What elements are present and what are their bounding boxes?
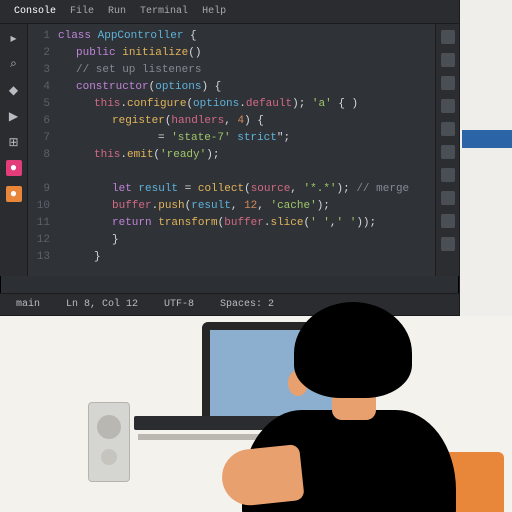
status-encoding[interactable]: UTF-8: [164, 299, 194, 310]
panel-icon[interactable]: [441, 99, 455, 113]
wall-monitor: Console File Run Terminal Help ▸ ⌕ ◆ ▶ ⊞…: [0, 0, 460, 316]
code-editor[interactable]: 1class AppController {2public initialize…: [28, 24, 435, 276]
code-line[interactable]: 9let result = collect(source, '*.*'); //…: [28, 181, 435, 198]
code-content[interactable]: = 'state-7' strict";: [58, 130, 425, 147]
line-number: 5: [28, 96, 58, 113]
desk-speaker: [88, 402, 130, 482]
person-arm: [219, 444, 304, 508]
line-number: 12: [28, 232, 58, 249]
panel-icon[interactable]: [441, 145, 455, 159]
tab-help[interactable]: Help: [202, 6, 226, 17]
marker-pink-icon[interactable]: ●: [6, 160, 22, 176]
code-line[interactable]: 5this.configure(options.default); 'a' { …: [28, 96, 435, 113]
code-line[interactable]: 11return transform(buffer.slice(' ',' ')…: [28, 215, 435, 232]
code-line[interactable]: 4constructor(options) {: [28, 79, 435, 96]
line-number: 4: [28, 79, 58, 96]
person-silhouette: [206, 272, 456, 512]
search-icon[interactable]: ⌕: [6, 56, 22, 72]
debug-icon[interactable]: ▶: [6, 108, 22, 124]
code-content[interactable]: this.emit('ready');: [58, 147, 425, 164]
panel-icon[interactable]: [441, 214, 455, 228]
panel-icon[interactable]: [441, 191, 455, 205]
panel-icon[interactable]: [441, 53, 455, 67]
code-line[interactable]: 13}: [28, 249, 435, 266]
code-line[interactable]: 2public initialize(): [28, 45, 435, 62]
line-number: 9: [28, 181, 58, 198]
code-content[interactable]: let result = collect(source, '*.*'); // …: [58, 181, 425, 198]
code-content[interactable]: constructor(options) {: [58, 79, 425, 96]
code-content[interactable]: buffer.push(result, 12, 'cache');: [58, 198, 425, 215]
tab-console[interactable]: Console: [14, 6, 56, 17]
line-number: 10: [28, 198, 58, 215]
code-line[interactable]: 3// set up listeners: [28, 62, 435, 79]
git-icon[interactable]: ◆: [6, 82, 22, 98]
code-content[interactable]: }: [58, 232, 425, 249]
line-number: 6: [28, 113, 58, 130]
code-line[interactable]: 10buffer.push(result, 12, 'cache');: [28, 198, 435, 215]
right-toolbar: [435, 24, 459, 276]
code-content[interactable]: [58, 164, 425, 181]
code-line[interactable]: 1class AppController {: [28, 28, 435, 45]
code-content[interactable]: // set up listeners: [58, 62, 425, 79]
extensions-icon[interactable]: ⊞: [6, 134, 22, 150]
panel-icon[interactable]: [441, 30, 455, 44]
code-content[interactable]: }: [58, 249, 425, 266]
marker-orange-icon[interactable]: ●: [6, 186, 22, 202]
line-number: 8: [28, 147, 58, 164]
line-number: 7: [28, 130, 58, 147]
code-content[interactable]: register(handlers, 4) {: [58, 113, 425, 130]
files-icon[interactable]: ▸: [6, 30, 22, 46]
status-branch[interactable]: main: [16, 299, 40, 310]
panel-icon[interactable]: [441, 122, 455, 136]
wall-accent-stripe: [462, 130, 512, 148]
line-number: 13: [28, 249, 58, 266]
desk-area: [0, 316, 512, 512]
code-line[interactable]: 12}: [28, 232, 435, 249]
code-line[interactable]: [28, 164, 435, 181]
code-line[interactable]: 7= 'state-7' strict";: [28, 130, 435, 147]
tab-file[interactable]: File: [70, 6, 94, 17]
code-line[interactable]: 8this.emit('ready');: [28, 147, 435, 164]
line-number: 3: [28, 62, 58, 79]
editor-tabbar: Console File Run Terminal Help: [0, 0, 459, 24]
panel-icon[interactable]: [441, 237, 455, 251]
line-number: 2: [28, 45, 58, 62]
line-number: 1: [28, 28, 58, 45]
tab-run[interactable]: Run: [108, 6, 126, 17]
code-line[interactable]: 6register(handlers, 4) {: [28, 113, 435, 130]
tab-terminal[interactable]: Terminal: [140, 6, 188, 17]
panel-icon[interactable]: [441, 168, 455, 182]
person-hair: [294, 302, 412, 398]
code-content[interactable]: public initialize(): [58, 45, 425, 62]
panel-icon[interactable]: [441, 76, 455, 90]
code-content[interactable]: this.configure(options.default); 'a' { ): [58, 96, 425, 113]
code-content[interactable]: class AppController {: [58, 28, 425, 45]
status-position[interactable]: Ln 8, Col 12: [66, 299, 138, 310]
activity-bar: ▸ ⌕ ◆ ▶ ⊞ ● ●: [0, 24, 28, 276]
line-number: 11: [28, 215, 58, 232]
code-content[interactable]: return transform(buffer.slice(' ',' '));: [58, 215, 425, 232]
